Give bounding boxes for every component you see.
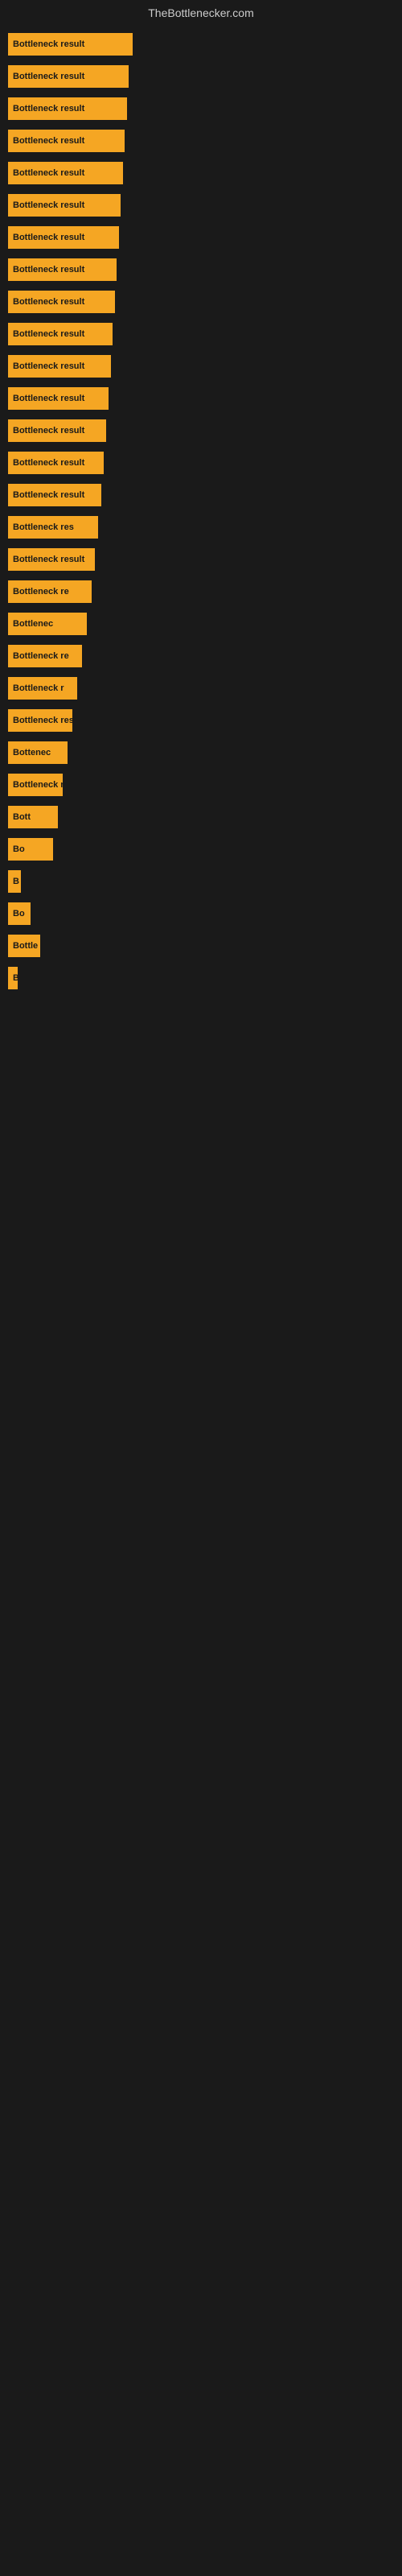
bottleneck-row: Bottleneck res [8, 512, 394, 543]
bottleneck-row: Bottleneck result [8, 190, 394, 221]
bottleneck-result-label[interactable]: Bottleneck result [8, 130, 125, 152]
bottleneck-row: Bottleneck result [8, 319, 394, 349]
bottleneck-row: Bottleneck result [8, 222, 394, 253]
bottleneck-row [8, 1156, 394, 1187]
bottleneck-row: Bottleneck r [8, 673, 394, 704]
bottleneck-result-label[interactable]: Bottleneck result [8, 258, 117, 281]
bottleneck-result-label[interactable]: Bottle [8, 935, 40, 957]
bottleneck-result-label[interactable]: Bottleneck re [8, 645, 82, 667]
bottleneck-result-label[interactable]: Bottleneck res [8, 516, 98, 539]
bottleneck-result-label[interactable]: Bottleneck result [8, 419, 106, 442]
bottleneck-result-label[interactable]: Bottleneck result [8, 162, 123, 184]
bottleneck-row: Bottleneck result [8, 158, 394, 188]
bottleneck-row: Bottleneck result [8, 29, 394, 60]
bottom-spacer [8, 1188, 394, 1671]
bottleneck-row: Bottle [8, 931, 394, 961]
bottleneck-result-label[interactable]: Bott [8, 806, 58, 828]
bottleneck-row: Bottleneck result [8, 383, 394, 414]
bottleneck-row: Bott [8, 802, 394, 832]
bottleneck-result-label[interactable]: Bottleneck result [8, 387, 109, 410]
main-container: Bottleneck result Bottleneck result Bottle… [0, 29, 402, 1671]
bottleneck-result-label[interactable]: Bottleneck result [8, 323, 113, 345]
bottleneck-result-label[interactable]: Bo [8, 838, 53, 861]
bottleneck-result-label[interactable]: Bottleneck result [8, 226, 119, 249]
bottleneck-result-label[interactable]: Bottleneck resu [8, 709, 72, 732]
bottleneck-row: Bottleneck result [8, 93, 394, 124]
bottleneck-result-label[interactable]: Bottleneck result [8, 484, 101, 506]
bottleneck-result-label[interactable]: Bottleneck result [8, 548, 95, 571]
bottleneck-result-label[interactable]: Bottenec [8, 741, 68, 764]
bottleneck-result-label[interactable]: Bottleneck result [8, 97, 127, 120]
bottleneck-row [8, 1124, 394, 1154]
bottleneck-row: Bottleneck result [8, 287, 394, 317]
bottleneck-row [8, 1027, 394, 1058]
bottleneck-row: B [8, 866, 394, 897]
bottleneck-result-label[interactable]: Bottleneck result [8, 355, 111, 378]
bottleneck-row: Bottleneck re [8, 641, 394, 671]
bottleneck-result-label[interactable]: Bottleneck r [8, 677, 77, 700]
bottleneck-row [8, 1059, 394, 1090]
bottleneck-row: Bottlenec [8, 609, 394, 639]
bottleneck-row: Bottleneck result [8, 480, 394, 510]
bottleneck-result-label[interactable]: B [8, 870, 21, 893]
bottleneck-row: Bo [8, 834, 394, 865]
bottleneck-row: Bottleneck result [8, 351, 394, 382]
header: TheBottlenecker.com [0, 0, 402, 29]
bottleneck-result-label[interactable]: Bottleneck result [8, 65, 129, 88]
bottleneck-row: Bottleneck r [8, 770, 394, 800]
bottleneck-result-label[interactable]: Bottleneck result [8, 194, 121, 217]
bottleneck-row: Bottleneck result [8, 254, 394, 285]
bottleneck-result-label[interactable]: Bottleneck r [8, 774, 63, 796]
bottleneck-row: B [8, 963, 394, 993]
bottleneck-row: Bottleneck resu [8, 705, 394, 736]
bottleneck-row: Bottleneck result [8, 415, 394, 446]
bottleneck-row: Bottleneck re [8, 576, 394, 607]
bottleneck-result-label[interactable]: B [8, 967, 18, 989]
site-title: TheBottlenecker.com [148, 6, 254, 19]
bottleneck-row [8, 995, 394, 1026]
bottleneck-result-label[interactable]: Bottleneck result [8, 291, 115, 313]
bottleneck-row [8, 1092, 394, 1122]
bottleneck-result-label[interactable]: Bo [8, 902, 31, 925]
bottleneck-row: Bottleneck result [8, 126, 394, 156]
bottleneck-row: Bottleneck result [8, 544, 394, 575]
bottleneck-row: Bottenec [8, 737, 394, 768]
bottleneck-result-label[interactable]: Bottleneck re [8, 580, 92, 603]
bottleneck-result-label[interactable]: Bottleneck result [8, 452, 104, 474]
bottleneck-row: Bo [8, 898, 394, 929]
bottleneck-row: Bottleneck result [8, 61, 394, 92]
bottleneck-row: Bottleneck result [8, 448, 394, 478]
bottleneck-result-label[interactable]: Bottleneck result [8, 33, 133, 56]
bottleneck-result-label[interactable]: Bottlenec [8, 613, 87, 635]
